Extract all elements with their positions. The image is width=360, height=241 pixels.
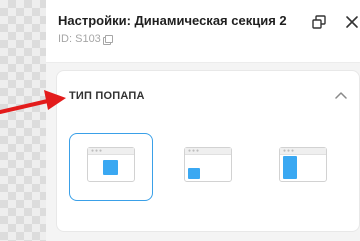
popup-corner-preview-icon: ●●● (184, 147, 232, 182)
panel-header: Настройки: Динамическая секция 2 ID: S10… (46, 0, 360, 62)
popup-type-side-option[interactable]: ●●● (261, 133, 345, 201)
copy-icon[interactable] (102, 34, 113, 45)
section-id-row: ID: S103 (58, 33, 113, 45)
transparent-canvas-background (0, 0, 46, 241)
popup-type-center-option[interactable]: ●●● (69, 133, 153, 201)
settings-panel: Настройки: Динамическая секция 2 ID: S10… (46, 0, 360, 241)
chevron-up-icon[interactable] (335, 91, 347, 101)
section-id: ID: S103 (58, 33, 101, 45)
detach-window-button[interactable] (311, 14, 327, 30)
close-icon (346, 16, 358, 28)
close-button[interactable] (344, 14, 360, 30)
popup-type-section: ТИП ПОПАПА ●●● ●●● ●●● (56, 70, 360, 232)
popup-center-preview-icon: ●●● (87, 147, 135, 182)
popup-side-preview-icon: ●●● (279, 147, 327, 182)
section-title: ТИП ПОПАПА (69, 90, 145, 102)
windows-icon (312, 15, 326, 29)
red-arrow-annotation (0, 90, 66, 114)
panel-title: Настройки: Динамическая секция 2 (58, 13, 287, 28)
popup-type-options: ●●● ●●● ●●● (69, 133, 359, 203)
popup-type-corner-option[interactable]: ●●● (166, 133, 250, 201)
